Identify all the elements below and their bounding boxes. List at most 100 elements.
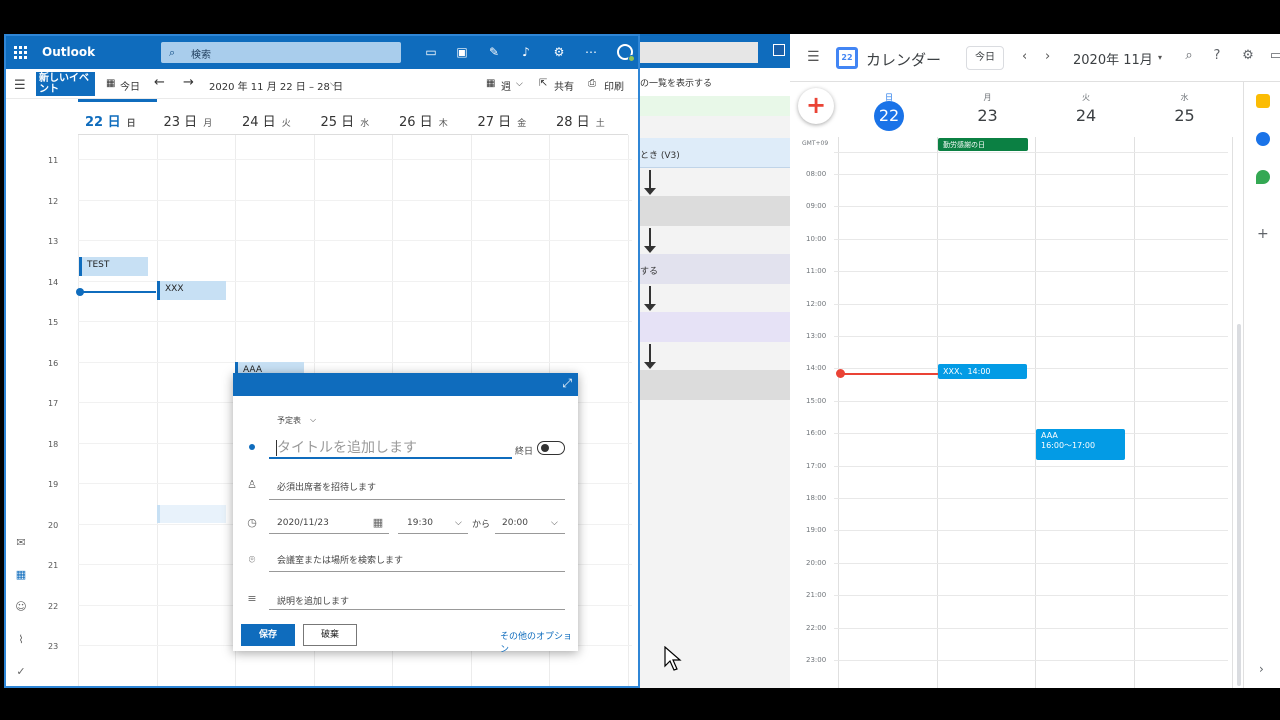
month-label[interactable]: 2020年 11月 (1073, 49, 1153, 68)
hour-line (78, 159, 632, 160)
gcal-hour-label: 12:00 (806, 299, 827, 308)
next-week-icon[interactable]: → (183, 75, 194, 90)
attachment-icon[interactable]: ⌇ (14, 633, 28, 647)
gcal-day-number[interactable]: 22 (874, 101, 904, 131)
view-selector[interactable]: 週 (501, 78, 511, 93)
more-options-link[interactable]: その他のオプション (500, 629, 578, 655)
day-header[interactable]: 25 日水 (313, 99, 392, 135)
office-icon[interactable]: ▣ (455, 45, 469, 59)
maps-icon[interactable] (1256, 170, 1270, 184)
flow-step-trigger[interactable]: とき (V3) (640, 138, 790, 168)
bell-icon[interactable]: ♪ (519, 45, 533, 59)
event-aaa[interactable]: AAA 16:00～17:00 (1036, 429, 1125, 460)
start-time-chevron-icon[interactable]: ⌵ (455, 518, 462, 528)
mail-icon[interactable]: ✉ (14, 536, 28, 550)
month-dropdown-icon[interactable]: ▾ (1158, 53, 1162, 62)
expand-panel-icon[interactable]: › (1259, 662, 1264, 676)
hour-label: 19 (48, 480, 59, 489)
description-input[interactable]: 説明を追加します (277, 594, 349, 607)
event-test[interactable]: TEST (79, 257, 148, 276)
flow-step-5[interactable] (640, 370, 790, 400)
print-button[interactable]: 印刷 (604, 78, 624, 93)
create-event-button[interactable]: + (798, 88, 834, 124)
next-icon[interactable]: › (1045, 49, 1050, 64)
main-menu-icon[interactable]: ☰ (807, 49, 820, 65)
add-addon-icon[interactable]: + (1257, 226, 1269, 242)
location-input[interactable]: 会議室または場所を検索します (277, 553, 403, 566)
search-icon[interactable]: ⌕ (1181, 48, 1197, 63)
help-icon[interactable]: ? (1209, 48, 1225, 63)
todo-icon[interactable]: ✎ (487, 45, 501, 59)
flow-search-box[interactable] (640, 42, 758, 63)
scrollbar[interactable] (1237, 324, 1241, 686)
outlook-search-box[interactable]: ⌕ 検索 (161, 42, 401, 63)
gcal-day-of-week: 火 (1082, 93, 1090, 102)
calendar-selector[interactable]: 予定表 (277, 415, 301, 426)
event-xxx[interactable]: XXX (157, 281, 226, 300)
gcal-hour-line (834, 336, 1228, 337)
tasks-icon[interactable] (1256, 132, 1270, 146)
flow-step-3[interactable]: する (640, 254, 790, 284)
date-input[interactable]: 2020/11/23 (277, 518, 329, 528)
expand-icon[interactable]: ⤢ (562, 376, 572, 391)
people-icon[interactable]: ☺ (14, 600, 28, 614)
gcal-hour-line (834, 660, 1228, 661)
profile-icon[interactable] (773, 44, 785, 56)
allday-toggle[interactable] (537, 441, 565, 455)
keep-icon[interactable] (1256, 94, 1270, 108)
flow-step-2[interactable] (640, 196, 790, 226)
holiday-event[interactable]: 勤労感謝の日 (938, 138, 1028, 151)
flow-subheader-text[interactable]: の一覧を表示する (640, 76, 712, 89)
new-event-button[interactable]: 新しいイベント (36, 72, 95, 96)
save-button[interactable]: 保存 (241, 624, 295, 646)
gcal-day-number[interactable]: 25 (1136, 106, 1234, 125)
title-input[interactable]: タイトルを追加します (269, 437, 512, 459)
day-header[interactable]: 23 日月 (156, 99, 235, 135)
day-header[interactable]: 27 日金 (470, 99, 549, 135)
start-time-select[interactable]: 19:30 (407, 518, 433, 528)
app-launcher-icon[interactable] (14, 46, 28, 60)
calendar-chevron-icon[interactable]: ⌵ (310, 415, 316, 425)
gcal-column-line (1232, 137, 1233, 688)
gcal-day-number[interactable]: 23 (939, 106, 1037, 125)
gear-icon[interactable]: ⚙ (552, 45, 566, 59)
discard-button[interactable]: 破棄 (303, 624, 357, 646)
view-chevron-icon[interactable]: ⌵ (516, 79, 523, 89)
current-time-dot (76, 288, 84, 296)
outlook-app-title: Outlook (42, 45, 96, 59)
location-underline (269, 571, 565, 572)
view-selector-icon[interactable]: ▭ (1268, 48, 1280, 63)
todo-check-icon[interactable]: ✓ (14, 665, 28, 679)
end-time-select[interactable]: 20:00 (502, 518, 528, 528)
date-range-label[interactable]: 2020 年 11 月 22 日 – 28 日 (209, 78, 343, 93)
hour-label: 23 (48, 642, 59, 651)
description-icon: ≡ (247, 592, 257, 605)
day-header[interactable]: 28 日土 (549, 99, 628, 135)
prev-icon[interactable]: ‹ (1022, 49, 1027, 64)
date-picker-icon[interactable]: ▦ (372, 516, 384, 529)
share-button[interactable]: 共有 (554, 78, 574, 93)
day-header[interactable]: 22 日日 (78, 99, 157, 135)
prev-week-icon[interactable]: ← (154, 75, 165, 90)
flow-arrow-head (644, 246, 656, 253)
date-underline (269, 533, 389, 534)
flow-step-4[interactable] (640, 312, 790, 342)
settings-icon[interactable]: ⚙ (1240, 48, 1256, 63)
day-header[interactable]: 26 日木 (392, 99, 471, 135)
event-xxx[interactable]: XXX、14:00 (938, 364, 1027, 379)
calendar-icon[interactable]: ▦ (14, 568, 28, 582)
day-number: 24 日 (242, 115, 276, 130)
attendees-input[interactable]: 必須出席者を招待します (277, 480, 376, 493)
end-time-chevron-icon[interactable]: ⌵ (551, 518, 558, 528)
new-event-placeholder[interactable] (157, 505, 226, 523)
hamburger-menu-icon[interactable]: ☰ (14, 78, 26, 93)
day-of-week: 月 (203, 119, 213, 129)
gcal-day-number[interactable]: 24 (1037, 106, 1135, 125)
day-header[interactable]: 24 日火 (235, 99, 314, 135)
meet-now-icon[interactable]: ▭ (424, 45, 438, 59)
day-number: 22 日 (85, 115, 121, 130)
today-button[interactable]: 今日 (966, 46, 1004, 70)
today-button[interactable]: 今日 (120, 78, 140, 93)
chevron-down-icon[interactable]: ⌵ (330, 79, 337, 89)
more-icon[interactable]: ⋯ (584, 45, 598, 59)
